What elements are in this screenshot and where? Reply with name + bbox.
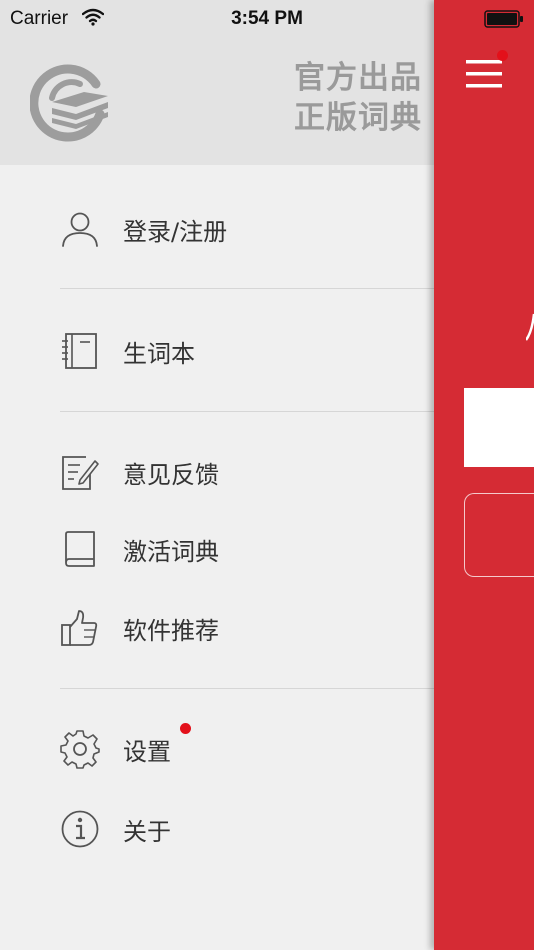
menu-label-recommend: 软件推荐 xyxy=(123,616,219,645)
menu-item-settings[interactable]: 设置 xyxy=(0,718,434,780)
thumbs-up-icon xyxy=(61,610,98,646)
menu-label-about: 关于 xyxy=(123,817,171,846)
edit-note-icon xyxy=(62,456,99,490)
menu-item-vocab[interactable]: 生词本 xyxy=(0,320,434,382)
slogan-line-2: 正版词典 xyxy=(294,100,422,136)
user-icon xyxy=(62,212,98,247)
menu-badge-dot xyxy=(497,50,508,61)
search-box[interactable] xyxy=(464,388,534,467)
slogan-line-1: 官方出品 xyxy=(294,60,422,96)
menu-item-login[interactable]: 登录/注册 xyxy=(0,198,434,260)
info-icon xyxy=(61,810,99,848)
settings-badge-dot xyxy=(180,723,191,734)
menu-label-login: 登录/注册 xyxy=(123,217,228,246)
book-logo-icon xyxy=(30,64,108,142)
gear-icon xyxy=(60,730,100,769)
menu-item-feedback[interactable]: 意见反馈 xyxy=(0,441,434,503)
notebook-icon xyxy=(62,333,97,369)
status-bar: Carrier 3:54 PM xyxy=(0,0,534,38)
menu-label-activate: 激活词典 xyxy=(123,537,219,566)
menu-label-feedback: 意见反馈 xyxy=(123,460,219,489)
divider xyxy=(60,288,434,289)
battery-icon xyxy=(484,10,523,28)
slogan: 官方出品 正版词典 xyxy=(294,58,422,138)
menu-label-settings: 设置 xyxy=(123,737,171,766)
side-drawer: 官方出品 正版词典 登录/注册 生词本 意见反馈 激活词典 软件推荐 设置 关于 xyxy=(0,0,434,950)
menu-label-vocab: 生词本 xyxy=(123,339,195,368)
book-icon xyxy=(65,531,95,567)
outline-button[interactable] xyxy=(464,493,534,577)
divider xyxy=(60,688,434,689)
menu-item-activate[interactable]: 激活词典 xyxy=(0,518,434,580)
status-time: 3:54 PM xyxy=(231,8,303,29)
menu-item-about[interactable]: 关于 xyxy=(0,798,434,860)
partial-glyph xyxy=(526,313,534,341)
hamburger-icon[interactable] xyxy=(466,57,502,91)
main-panel xyxy=(434,0,534,950)
menu-item-recommend[interactable]: 软件推荐 xyxy=(0,597,434,659)
divider xyxy=(60,411,434,412)
